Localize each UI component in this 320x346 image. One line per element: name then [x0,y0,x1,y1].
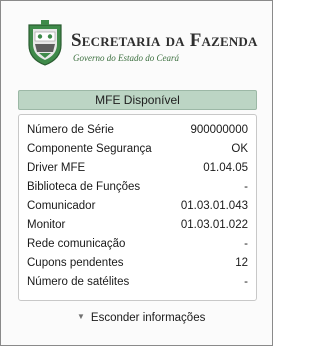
status-badge: MFE Disponível [18,90,257,110]
hide-info-toggle[interactable]: ▼ Esconder informações [77,308,205,326]
info-label: Comunicador [27,200,96,212]
info-label: Biblioteca de Funções [27,181,141,193]
info-label: Componente Segurança [27,143,152,155]
info-value: 12 [235,257,248,269]
info-label: Número de Série [27,124,114,136]
info-value: - [244,276,248,288]
triangle-down-icon: ▼ [77,312,85,321]
info-label: Número de satélites [27,276,130,288]
info-row-pending-coupons: Cupons pendentes 12 [27,254,248,273]
info-row-monitor: Monitor 01.03.01.022 [27,216,248,235]
info-row-library: Biblioteca de Funções - [27,178,248,197]
info-value: - [244,238,248,250]
info-row-driver: Driver MFE 01.04.05 [27,159,248,178]
info-value: 01.03.01.022 [180,219,248,231]
info-label: Cupons pendentes [27,257,124,269]
info-row-serial: Número de Série 900000000 [27,121,248,140]
info-row-security: Componente Segurança OK [27,140,248,159]
org-subtitle: Governo do Estado do Ceará [73,53,179,63]
info-label: Rede comunicação [27,238,126,250]
info-row-network: Rede comunicação - [27,235,248,254]
info-value: 01.03.01.043 [180,200,248,212]
info-value: 01.04.05 [203,162,248,174]
info-value: 900000000 [190,124,248,136]
hide-info-label: Esconder informações [90,312,206,324]
info-value: - [244,181,248,193]
state-crest-icon [28,20,62,66]
info-panel: Número de Série 900000000 Componente Seg… [18,114,257,301]
info-label: Driver MFE [27,162,86,174]
info-row-satellites: Número de satélites - [27,273,248,292]
org-title: Secretaria da Fazenda [71,30,258,51]
header: Secretaria da Fazenda Governo do Estado … [1,1,272,81]
info-label: Monitor [27,219,66,231]
app-window: Secretaria da Fazenda Governo do Estado … [0,0,273,346]
info-value: OK [231,143,248,155]
info-row-communicator: Comunicador 01.03.01.043 [27,197,248,216]
